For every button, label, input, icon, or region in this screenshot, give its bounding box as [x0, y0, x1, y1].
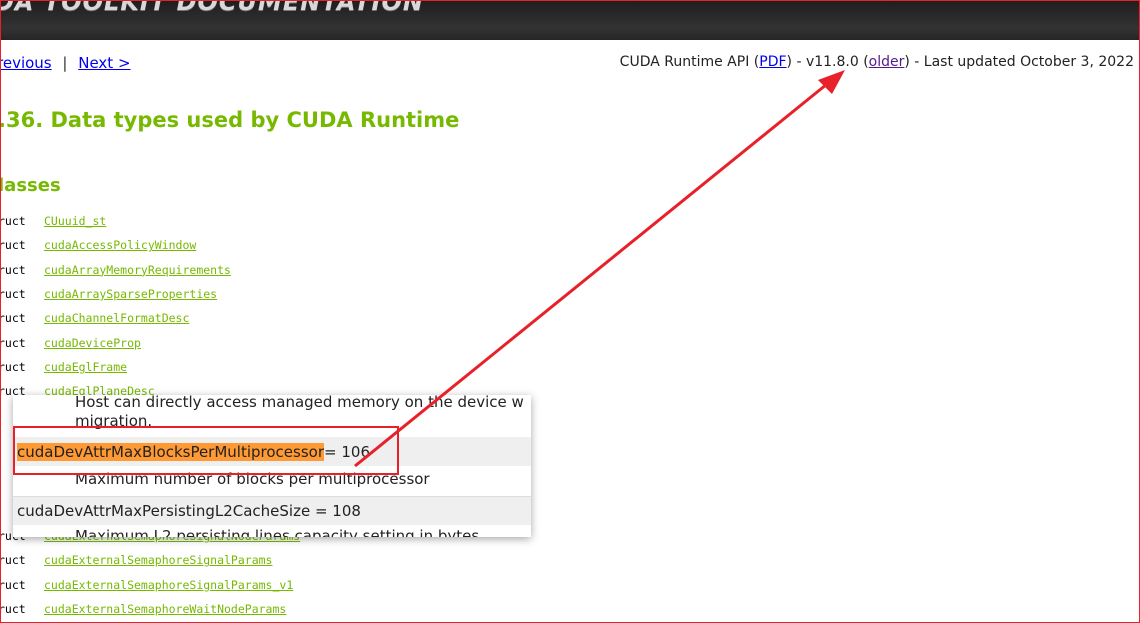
annotation-arrow: [354, 70, 845, 468]
